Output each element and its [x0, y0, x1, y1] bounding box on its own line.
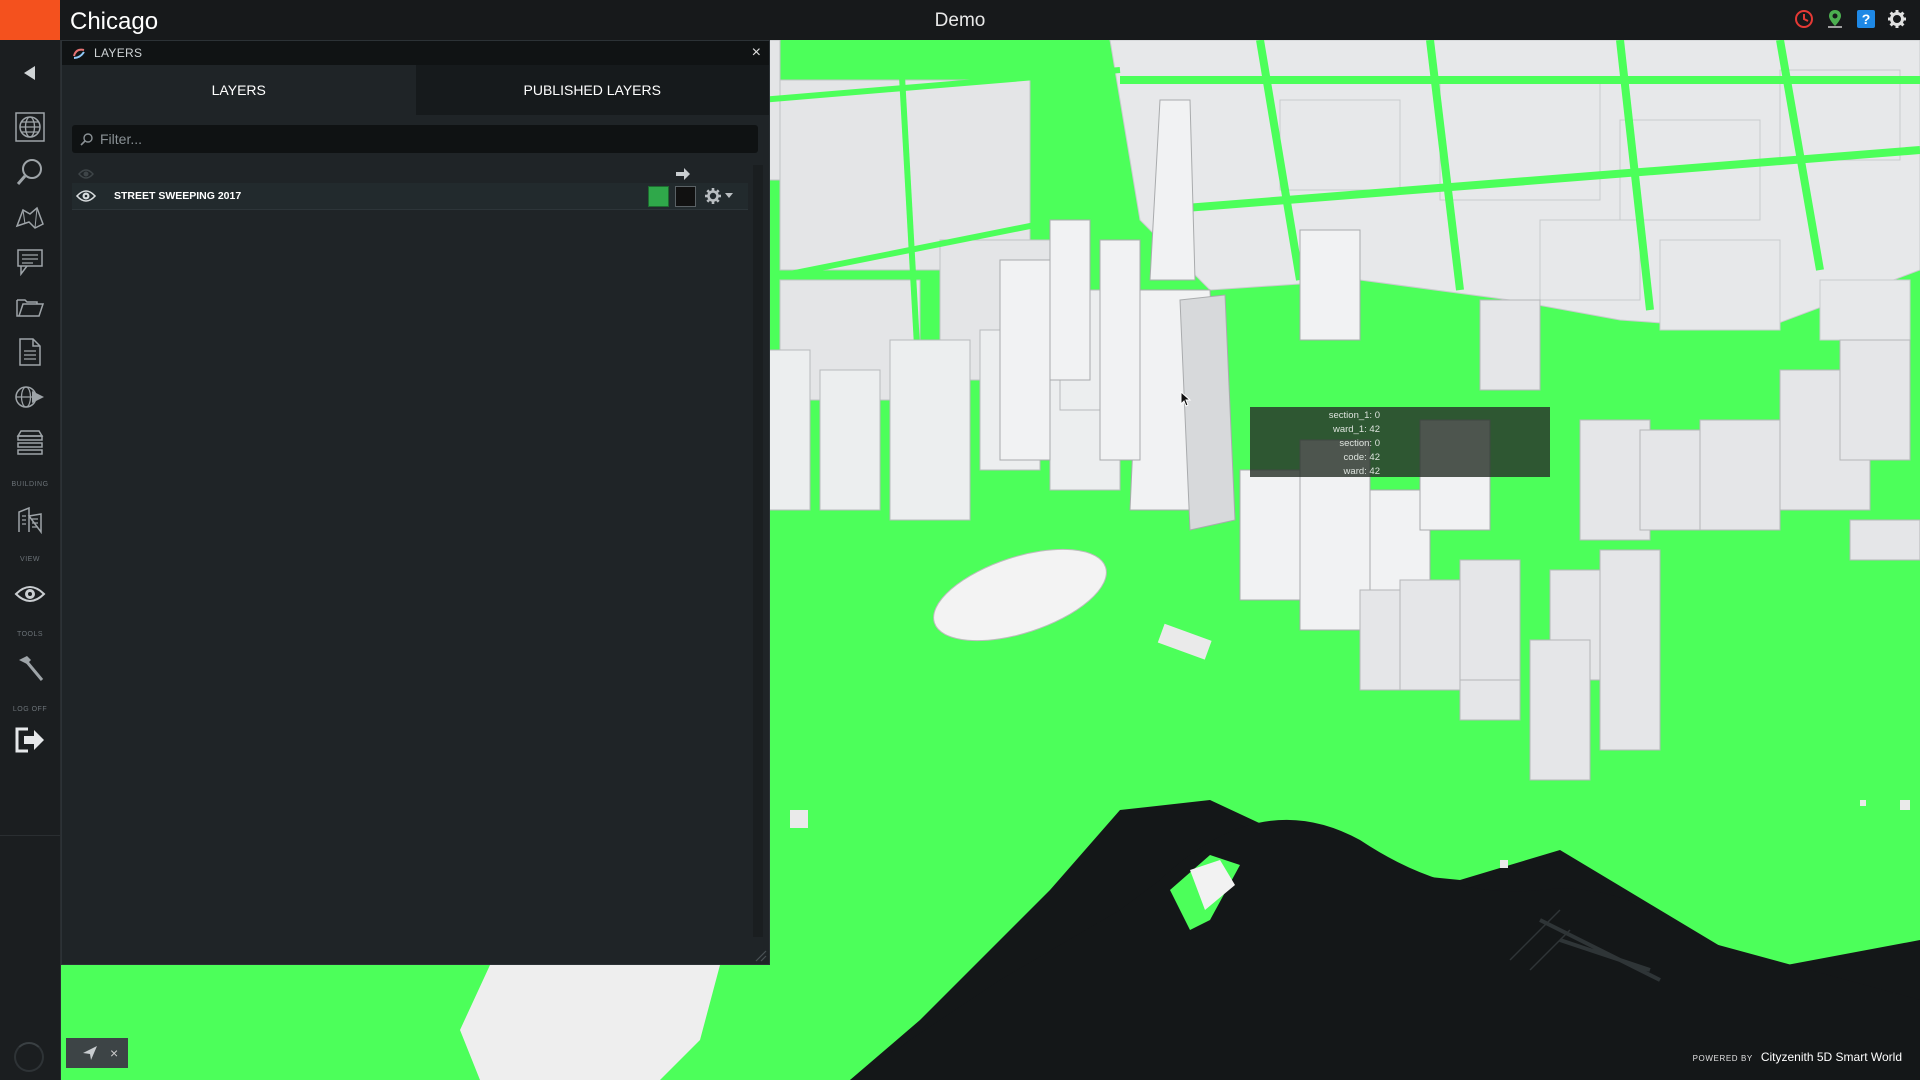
sidebar-section-building: BUILDING — [11, 481, 49, 488]
panel-header: LAYERS × — [62, 41, 769, 65]
sidebar-section-logoff: LOG OFF — [12, 706, 48, 713]
panel-tabs: LAYERS PUBLISHED LAYERS — [62, 65, 769, 115]
building-icon[interactable] — [10, 500, 50, 538]
navigate-arrow-icon[interactable] — [82, 1045, 98, 1061]
logout-icon[interactable] — [10, 721, 50, 759]
powered-by: POWERED BY Cityzenith 5D Smart World — [1693, 1050, 1902, 1064]
comments-icon[interactable] — [10, 243, 50, 281]
project-title: Demo — [934, 10, 986, 31]
tab-layers[interactable]: LAYERS — [62, 65, 416, 115]
city-title: Chicago — [70, 8, 159, 35]
tab-published-layers[interactable]: PUBLISHED LAYERS — [415, 65, 769, 115]
layer-settings-dropdown[interactable] — [704, 186, 738, 206]
layer-list-scrollbar[interactable] — [753, 165, 763, 937]
left-toolbar: BUILDING VIEW TOOLS LOG OFF — [0, 40, 61, 1080]
navigation-mini-tool: × — [66, 1038, 128, 1068]
cityzenith-logo-icon — [73, 48, 85, 59]
tooltip-row: section_1: 0 — [1328, 410, 1380, 421]
loading-spinner-icon — [14, 1042, 44, 1072]
mini-tool-close-icon[interactable]: × — [110, 1045, 118, 1061]
svg-text:?: ? — [1862, 11, 1871, 27]
resize-handle-icon[interactable] — [755, 950, 767, 962]
top-bar: Chicago Demo ? — [0, 0, 1920, 40]
history-icon[interactable] — [1793, 8, 1815, 30]
collapse-arrow-icon[interactable] — [10, 54, 50, 92]
mouse-cursor-icon — [1180, 391, 1192, 407]
search-icon — [80, 133, 93, 146]
feature-tooltip: section_1: 0 ward_1: 42 section: 0 code:… — [1250, 407, 1550, 477]
sidebar-section-view: VIEW — [20, 556, 40, 563]
document-icon[interactable] — [10, 333, 50, 371]
layer-line-color-swatch[interactable] — [675, 186, 696, 207]
layers-stack-icon[interactable] — [10, 423, 50, 461]
location-pin-icon[interactable] — [1824, 8, 1846, 30]
layer-row[interactable]: STREET SWEEPING 2017 — [72, 183, 748, 210]
layers-panel: LAYERS × LAYERS PUBLISHED LAYERS STREET … — [61, 40, 770, 965]
toggle-all-eye-icon[interactable] — [78, 168, 94, 180]
sidebar-section-tools: TOOLS — [16, 631, 44, 638]
layer-list: STREET SWEEPING 2017 — [72, 165, 748, 937]
sidebar-divider — [0, 835, 60, 836]
help-icon[interactable]: ? — [1855, 8, 1877, 30]
globe-export-icon[interactable] — [10, 378, 50, 416]
brand-logo[interactable] — [0, 0, 60, 40]
tooltip-row: ward: 42 — [1343, 466, 1380, 477]
filter-box — [72, 125, 758, 153]
eye-icon[interactable] — [10, 575, 50, 613]
arrow-right-icon[interactable] — [675, 168, 691, 180]
layer-list-header — [72, 165, 748, 183]
powered-by-label: POWERED BY — [1692, 1054, 1753, 1063]
chevron-down-icon — [725, 193, 733, 198]
tooltip-row: ward_1: 42 — [1332, 424, 1380, 435]
close-icon[interactable]: × — [752, 44, 761, 62]
settings-gear-icon[interactable] — [1886, 8, 1908, 30]
layer-name: STREET SWEEPING 2017 — [114, 190, 242, 202]
map-icon[interactable] — [10, 198, 50, 236]
layer-fill-color-swatch[interactable] — [648, 186, 669, 207]
folder-icon[interactable] — [10, 288, 50, 326]
product-name: Cityzenith 5D Smart World — [1760, 1050, 1902, 1064]
search-icon[interactable] — [10, 153, 50, 191]
gear-icon — [705, 188, 721, 204]
globe-icon[interactable] — [10, 108, 50, 146]
top-icon-group: ? — [1793, 8, 1908, 30]
hammer-icon[interactable] — [10, 650, 50, 688]
tooltip-row: section: 0 — [1339, 438, 1380, 449]
filter-input[interactable] — [98, 130, 742, 148]
tooltip-row: code: 42 — [1343, 452, 1380, 463]
panel-title: LAYERS — [94, 46, 143, 60]
visibility-eye-icon[interactable] — [76, 188, 96, 204]
